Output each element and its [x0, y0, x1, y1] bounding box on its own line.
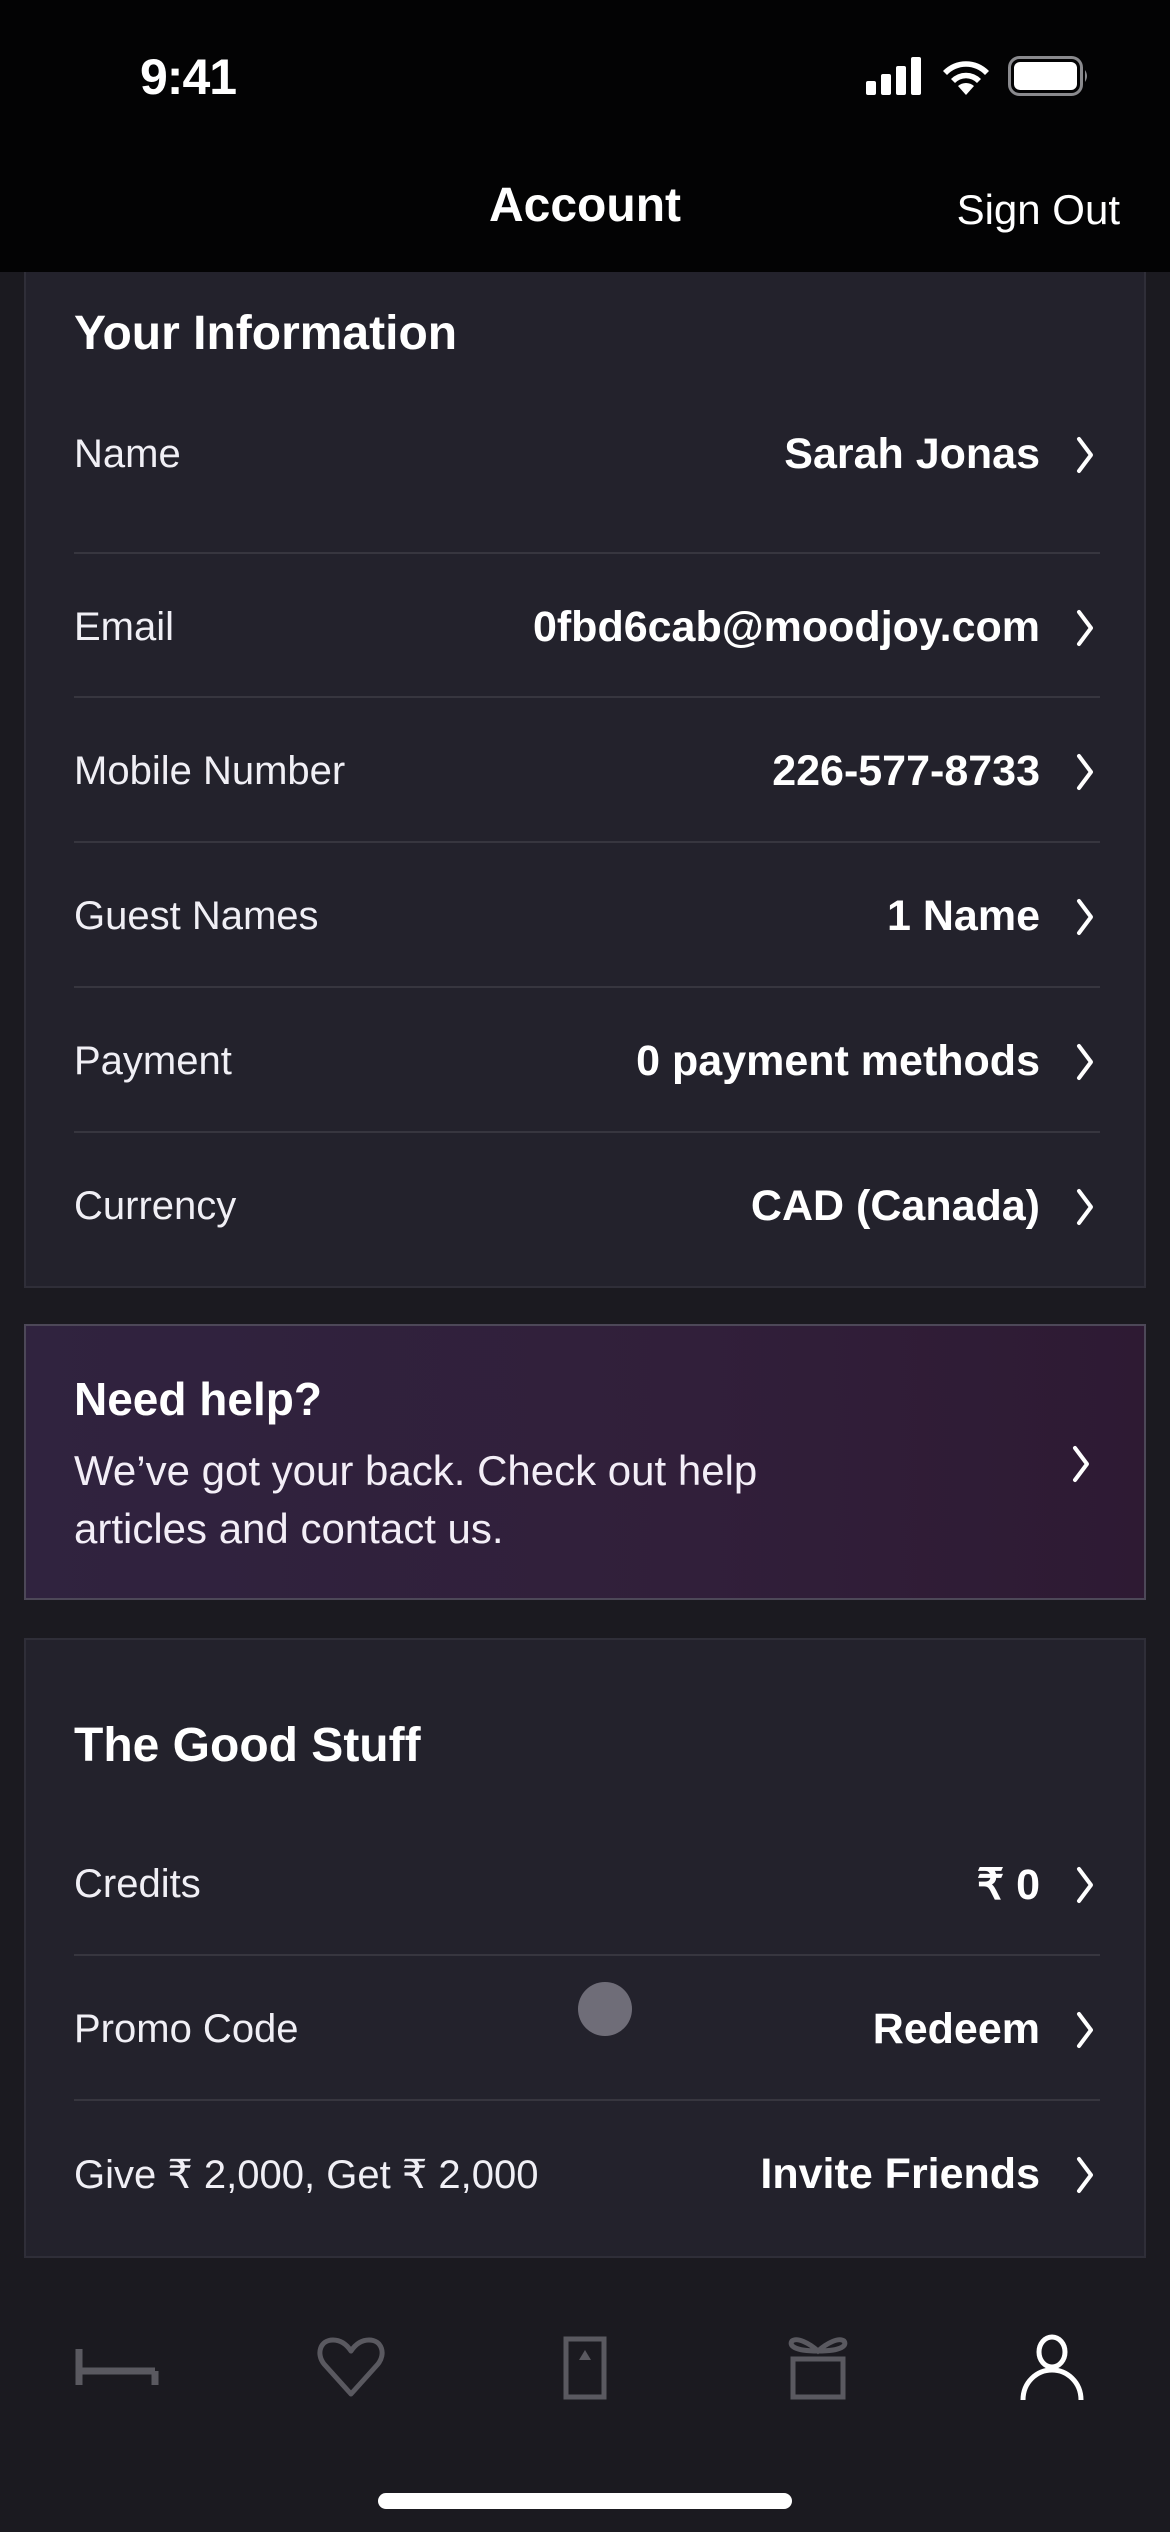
row-value: Invite Friends [760, 2150, 1040, 2198]
chevron-right-icon [1073, 1446, 1089, 1482]
row-value: CAD (Canada) [750, 1182, 1040, 1230]
tab-stays[interactable] [58, 2318, 178, 2418]
row-label: Give ₹ 2,000, Get ₹ 2,000 [74, 2152, 539, 2197]
chevron-right-icon [1077, 609, 1093, 646]
payment-row[interactable]: Payment 0 payment methods [74, 989, 1100, 1134]
mobile-number-row[interactable]: Mobile Number 226-577-8733 [74, 699, 1100, 844]
help-description: We’ve got your back. Check out help arti… [74, 1447, 758, 1552]
home-indicator[interactable] [378, 2493, 792, 2509]
signal-icon [866, 57, 921, 95]
row-value: 0 payment methods [636, 1037, 1040, 1085]
row-value: Sarah Jonas [784, 430, 1040, 478]
credits-row[interactable]: Credits ₹ 0 [74, 1812, 1100, 1957]
row-label: Mobile Number [74, 749, 346, 793]
row-value: 226-577-8733 [772, 747, 1040, 795]
chevron-right-icon [1077, 898, 1093, 935]
row-label: Email [74, 605, 175, 649]
chevron-right-icon [1077, 436, 1093, 473]
chevron-right-icon [1077, 1043, 1093, 1080]
chevron-right-icon [1077, 2156, 1093, 2193]
need-help-card[interactable]: Need help? We’ve got your back. Check ou… [24, 1324, 1146, 1600]
row-label: Credits [74, 1862, 201, 1906]
gift-icon [788, 2337, 848, 2400]
status-icons [866, 56, 1090, 96]
wifi-icon [943, 61, 989, 95]
email-row[interactable]: Email 0fbd6cab@moodjoy.com [74, 555, 1100, 700]
row-value: ₹ 0 [976, 1860, 1040, 1909]
divider [74, 1131, 1100, 1133]
bed-icon [75, 2349, 159, 2385]
sign-out-button[interactable]: Sign Out [957, 186, 1120, 234]
divider [74, 841, 1100, 843]
name-row[interactable]: Name Sarah Jonas [74, 382, 1100, 527]
section-title: Your Information [74, 307, 458, 360]
door-key-icon [563, 2336, 607, 2400]
currency-row[interactable]: Currency CAD (Canada) [74, 1134, 1100, 1279]
help-title: Need help? [74, 1373, 322, 1425]
chevron-right-icon [1077, 2011, 1093, 2048]
divider [74, 696, 1100, 698]
status-time: 9:41 [140, 49, 237, 105]
battery-icon [1008, 56, 1087, 96]
divider [74, 552, 1100, 554]
guest-names-row[interactable]: Guest Names 1 Name [74, 844, 1100, 989]
top-bar: 9:41 Account Sign Out [0, 0, 1170, 272]
tab-bookings[interactable] [525, 2318, 645, 2418]
tab-bar [0, 2258, 1170, 2532]
row-label: Payment [74, 1039, 232, 1083]
row-label: Guest Names [74, 894, 319, 938]
row-value: Redeem [872, 2005, 1040, 2053]
row-label: Currency [74, 1184, 237, 1228]
tab-favorites[interactable] [291, 2318, 411, 2418]
section-title: The Good Stuff [74, 1719, 421, 1772]
divider [74, 986, 1100, 988]
good-stuff-card: The Good Stuff Credits ₹ 0 Promo Code Re… [24, 1638, 1146, 2258]
tab-account[interactable] [992, 2318, 1112, 2418]
divider [74, 1954, 1100, 1956]
row-value: 0fbd6cab@moodjoy.com [532, 603, 1040, 651]
row-value: 1 Name [887, 892, 1040, 940]
touch-indicator [578, 1982, 632, 2036]
chevron-right-icon [1077, 1866, 1093, 1903]
invite-friends-row[interactable]: Give ₹ 2,000, Get ₹ 2,000 Invite Friends [74, 2102, 1100, 2247]
heart-icon [317, 2337, 385, 2397]
chevron-right-icon [1077, 753, 1093, 790]
row-label: Name [74, 432, 181, 476]
row-label: Promo Code [74, 2007, 299, 2051]
divider [74, 2099, 1100, 2101]
your-information-card: Your Information Name Sarah Jonas Email … [24, 272, 1146, 1288]
person-icon [1020, 2334, 1084, 2401]
chevron-right-icon [1077, 1188, 1093, 1225]
tab-gifts[interactable] [758, 2318, 878, 2418]
